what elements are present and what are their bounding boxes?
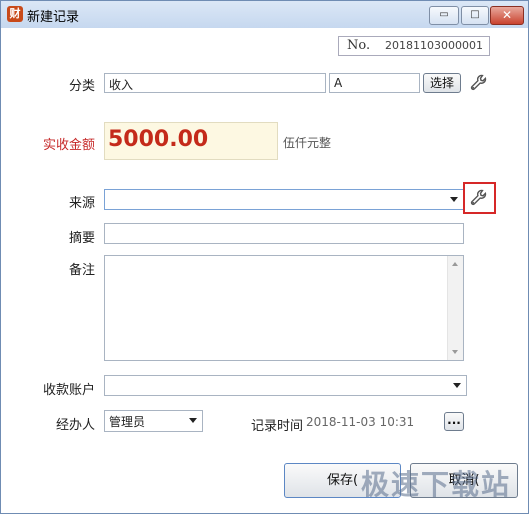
chevron-down-icon xyxy=(189,418,197,423)
record-time-value: 2018-11-03 10:31 xyxy=(306,415,415,429)
window-title: 新建记录 xyxy=(27,10,80,25)
category-field[interactable]: 收入 xyxy=(104,73,326,93)
handler-label: 经办人 xyxy=(55,418,95,433)
category-label: 分类 xyxy=(68,79,95,94)
chevron-down-icon xyxy=(450,197,458,202)
app-icon: 财 xyxy=(7,6,23,22)
remark-scrollbar[interactable] xyxy=(447,256,463,360)
chevron-down-icon xyxy=(453,383,461,388)
record-number-box: No. 20181103000001 xyxy=(338,36,490,56)
summary-input[interactable] xyxy=(104,223,464,244)
handler-dropdown[interactable]: 管理员 xyxy=(104,410,203,432)
scroll-down-icon[interactable] xyxy=(452,350,458,354)
close-button[interactable]: ✕ xyxy=(490,6,524,25)
summary-label: 摘要 xyxy=(68,231,95,246)
category-settings-wrench-icon[interactable] xyxy=(469,73,489,93)
source-settings-wrench-icon[interactable] xyxy=(469,188,489,208)
dialog-window: 财 新建记录 ▭ □ ✕ No. 20181103000001 分类 收入 A … xyxy=(0,0,529,514)
record-time-label: 记录时间 xyxy=(250,419,303,434)
amount-label: 实收金额 xyxy=(42,138,95,153)
amount-capital-text: 伍仟元整 xyxy=(283,136,332,150)
category-code-field[interactable]: A xyxy=(329,73,420,93)
record-number-value: 20181103000001 xyxy=(385,39,483,52)
watermark-text: 极速下载站 xyxy=(361,468,512,501)
time-picker-button[interactable]: ... xyxy=(444,412,464,431)
record-number-label: No. xyxy=(347,38,371,53)
amount-input[interactable]: 5000.00 xyxy=(104,122,278,160)
amount-value: 5000.00 xyxy=(108,127,209,152)
minimize-button[interactable]: ▭ xyxy=(429,6,459,25)
account-dropdown[interactable] xyxy=(104,375,467,396)
remark-textarea[interactable] xyxy=(104,255,464,361)
scroll-up-icon[interactable] xyxy=(452,262,458,266)
remark-label: 备注 xyxy=(68,263,95,278)
account-label: 收款账户 xyxy=(42,383,95,398)
maximize-button[interactable]: □ xyxy=(461,6,489,25)
choose-button[interactable]: 选择 xyxy=(423,73,461,93)
title-bar: 财 新建记录 ▭ □ ✕ xyxy=(1,1,528,28)
source-dropdown[interactable] xyxy=(104,189,464,210)
source-label: 来源 xyxy=(68,196,95,211)
handler-value: 管理员 xyxy=(109,415,146,429)
